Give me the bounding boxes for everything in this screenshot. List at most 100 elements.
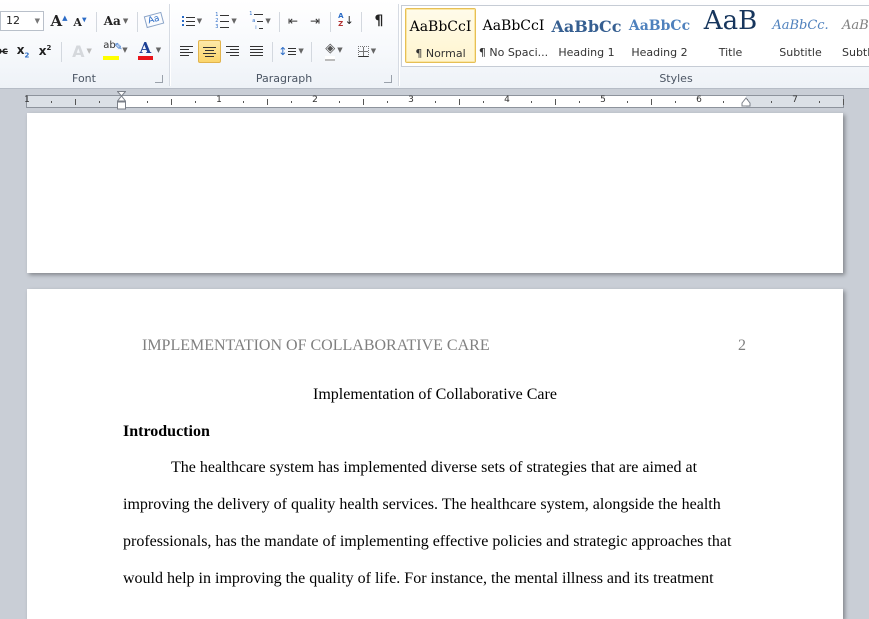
style-name: Title bbox=[718, 46, 743, 59]
numbering-icon: 1 2 3 bbox=[215, 12, 230, 30]
ruler-number: 1 bbox=[24, 95, 30, 105]
chevron-down-icon: ▼ bbox=[231, 17, 237, 25]
highlight-button[interactable]: ab ✎ ▼ bbox=[100, 40, 130, 60]
document-title[interactable]: Implementation of Collaborative Care bbox=[27, 386, 843, 404]
style-preview: AaB bbox=[842, 18, 869, 33]
highlighter-icon: ab ✎ bbox=[102, 40, 123, 60]
increase-indent-icon: ⇥ bbox=[309, 14, 321, 28]
font-size-combobox[interactable]: 12 ▼ bbox=[0, 11, 44, 31]
sort-button[interactable]: A Z ↓ bbox=[335, 10, 357, 30]
style-heading-2[interactable]: AaBbCc Heading 2 bbox=[624, 8, 695, 63]
borders-icon bbox=[357, 45, 369, 57]
ruler-tick bbox=[267, 99, 268, 105]
shrink-font-icon: A▼ bbox=[73, 15, 87, 29]
ruler-number: 5 bbox=[600, 95, 606, 105]
ruler-tick bbox=[339, 101, 340, 103]
line-spacing-button[interactable]: ↕ ▼ bbox=[277, 41, 305, 61]
sort-icon: A Z bbox=[338, 12, 344, 28]
page-2[interactable]: IMPLEMENTATION OF COLLABORATIVE CARE 2 I… bbox=[27, 289, 843, 619]
strikethrough-icon: abc bbox=[0, 45, 8, 57]
ruler-tick bbox=[819, 101, 820, 103]
style-name: Heading 2 bbox=[631, 46, 688, 59]
body-line[interactable]: professionals, has the mandate of implem… bbox=[123, 533, 731, 551]
chevron-down-icon: ▼ bbox=[122, 17, 129, 25]
ruler-tick bbox=[387, 101, 388, 103]
strikethrough-button[interactable]: abc bbox=[0, 41, 10, 61]
justify-button[interactable] bbox=[246, 41, 266, 61]
decrease-indent-button[interactable]: ⇤ bbox=[283, 11, 303, 31]
chevron-down-icon: ▼ bbox=[370, 47, 377, 55]
font-dialog-launcher[interactable] bbox=[155, 75, 163, 83]
ruler-tick bbox=[531, 101, 532, 103]
separator bbox=[361, 12, 362, 32]
ruler-tick bbox=[651, 99, 652, 105]
ruler-tick bbox=[195, 101, 196, 103]
style-title[interactable]: AaB Title bbox=[695, 6, 766, 63]
ruler-tick bbox=[723, 101, 724, 103]
page-1[interactable] bbox=[27, 113, 843, 273]
align-left-icon bbox=[179, 46, 193, 56]
multilevel-list-icon: 1 a i bbox=[249, 11, 264, 31]
style-preview: AaBbCc. bbox=[772, 18, 829, 33]
style-no-spacing[interactable]: AaBbCcI ¶ No Spaci... bbox=[478, 8, 549, 63]
body-line[interactable]: would help in improving the quality of l… bbox=[123, 570, 714, 588]
style-name: Subtitle bbox=[779, 46, 822, 59]
ruler-tick bbox=[99, 101, 100, 103]
subscript-button[interactable]: x2 bbox=[14, 41, 32, 61]
font-color-swatch bbox=[137, 56, 153, 60]
chevron-down-icon[interactable]: ▼ bbox=[35, 12, 40, 30]
numbering-button[interactable]: 1 2 3 ▼ bbox=[211, 11, 241, 31]
decrease-indent-icon: ⇤ bbox=[287, 14, 299, 28]
horizontal-ruler[interactable]: 1 1 2 3 4 5 6 7 bbox=[0, 89, 869, 113]
ruler-number: 4 bbox=[504, 95, 510, 105]
increase-indent-button[interactable]: ⇥ bbox=[305, 11, 325, 31]
align-right-button[interactable] bbox=[222, 41, 242, 61]
show-formatting-button[interactable]: ¶ bbox=[369, 11, 389, 31]
body-line[interactable]: The healthcare system has implemented di… bbox=[171, 459, 697, 477]
chevron-down-icon: ▼ bbox=[196, 17, 203, 25]
ruler-tick bbox=[579, 101, 580, 103]
ruler-tick bbox=[771, 101, 772, 103]
pilcrow-icon: ¶ bbox=[374, 13, 384, 29]
chevron-down-icon: ▼ bbox=[298, 47, 304, 55]
page-number[interactable]: 2 bbox=[738, 337, 746, 355]
style-preview: AaBbCcI bbox=[482, 18, 545, 34]
section-heading[interactable]: Introduction bbox=[123, 423, 210, 441]
body-line[interactable]: improving the delivery of quality health… bbox=[123, 496, 721, 514]
indent-marker-icon[interactable] bbox=[117, 91, 126, 113]
superscript-button[interactable]: x2 bbox=[36, 41, 54, 61]
separator bbox=[137, 12, 138, 32]
ruler-tick bbox=[555, 99, 556, 105]
ruler-tick bbox=[459, 99, 460, 105]
style-normal[interactable]: AaBbCcI ¶ Normal bbox=[405, 8, 476, 63]
right-indent-marker-icon[interactable] bbox=[741, 97, 751, 107]
align-center-icon bbox=[203, 46, 216, 57]
ruler-tick bbox=[291, 101, 292, 103]
text-effects-button[interactable]: A ▼ bbox=[68, 41, 96, 61]
bullets-button[interactable]: ▼ bbox=[177, 11, 207, 31]
ruler-track[interactable]: 1 1 2 3 4 5 6 7 bbox=[24, 95, 844, 108]
multilevel-list-button[interactable]: 1 a i ▼ bbox=[245, 11, 275, 31]
font-color-button[interactable]: A ▼ bbox=[134, 40, 164, 60]
paragraph-dialog-launcher[interactable] bbox=[384, 75, 392, 83]
style-heading-1[interactable]: AaBbCс Heading 1 bbox=[551, 8, 622, 63]
clear-formatting-button[interactable]: Aa bbox=[143, 10, 165, 30]
font-group: 12 ▼ A▲ A▼ Aa▼ Aa abc x2 x2 A▼ bbox=[0, 0, 168, 88]
running-header[interactable]: IMPLEMENTATION OF COLLABORATIVE CARE bbox=[142, 337, 490, 355]
style-subtle-emphasis[interactable]: AaB Subtle... bbox=[836, 8, 869, 63]
align-left-button[interactable] bbox=[176, 41, 196, 61]
borders-button[interactable]: ▼ bbox=[353, 41, 381, 61]
style-subtitle[interactable]: AaBbCc. Subtitle bbox=[765, 8, 836, 63]
superscript-icon: x2 bbox=[38, 44, 52, 58]
shrink-font-button[interactable]: A▼ bbox=[71, 12, 89, 32]
ruler-tick bbox=[435, 101, 436, 103]
paint-bucket-icon: ◈ bbox=[325, 41, 336, 59]
ruler-tick bbox=[627, 101, 628, 103]
grow-font-button[interactable]: A▲ bbox=[49, 11, 69, 31]
style-name: ¶ Normal bbox=[415, 47, 466, 60]
chevron-down-icon: ▼ bbox=[122, 46, 128, 54]
ruler-number: 7 bbox=[792, 95, 798, 105]
change-case-button[interactable]: Aa ▼ bbox=[102, 11, 130, 31]
align-center-button[interactable] bbox=[198, 40, 221, 63]
shading-button[interactable]: ◈ ▼ bbox=[319, 40, 349, 60]
